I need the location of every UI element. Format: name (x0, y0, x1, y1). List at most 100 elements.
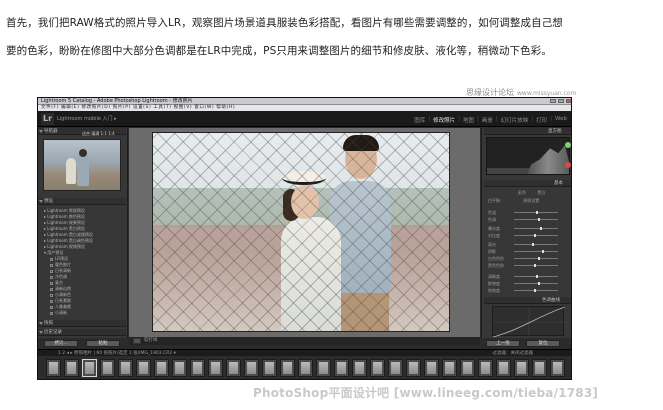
slider-tint[interactable]: 色调 (488, 217, 570, 222)
filmstrip-thumbnail[interactable] (550, 359, 565, 377)
tone-curve-header[interactable]: 色调曲线 (484, 297, 571, 304)
filmstrip-thumbnail[interactable] (334, 359, 349, 377)
filmstrip-thumbnail[interactable] (478, 359, 493, 377)
preset-folder[interactable]: ▸ Lightroom 视频预设 (44, 244, 85, 249)
slider-shadows[interactable]: 阴影 (488, 249, 570, 254)
filmstrip-thumbnail[interactable] (172, 359, 187, 377)
filmstrip-thumbnail[interactable] (82, 359, 97, 377)
filmstrip-thumbnail[interactable] (514, 359, 529, 377)
module-slideshow[interactable]: 幻灯片放映 (501, 116, 529, 124)
filmstrip-thumbnail[interactable] (532, 359, 547, 377)
catalog-name[interactable]: Lightroom mobile 入门 ▸ (57, 115, 117, 122)
preset-item[interactable]: LR预设 (50, 256, 68, 261)
preset-folder[interactable]: ▸ Lightroom 效果预设 (44, 220, 85, 225)
filmstrip-thumbnail[interactable] (460, 359, 475, 377)
preset-item[interactable]: 人像美颜 (50, 304, 71, 309)
preset-item[interactable]: 日系清新 (50, 268, 71, 273)
module-develop[interactable]: 修改照片 (433, 116, 455, 124)
preset-item[interactable]: 清新自然 (50, 286, 71, 291)
close-button[interactable] (566, 99, 571, 103)
preset-item[interactable]: 复古 (50, 280, 63, 285)
previous-button[interactable]: 上一张 (486, 340, 520, 347)
slider-contrast[interactable]: 对比度 (488, 233, 570, 238)
filmstrip-thumbnail[interactable] (208, 359, 223, 377)
module-web[interactable]: Web (555, 116, 567, 124)
history-header[interactable]: 历史记录 (38, 329, 126, 336)
preset-item[interactable]: 小清新 (50, 310, 67, 315)
chain-link-fence (153, 133, 449, 331)
filmstrip-thumbnail[interactable] (226, 359, 241, 377)
reset-button[interactable]: 复位 (526, 340, 560, 347)
slider-temp[interactable]: 色温 (488, 210, 570, 215)
filmstrip-thumbnail[interactable] (316, 359, 331, 377)
snapshots-header[interactable]: 快照 (38, 320, 126, 327)
filmstrip-thumbnail[interactable] (136, 359, 151, 377)
slider-exposure[interactable]: 曝光度 (488, 226, 570, 231)
module-picker: 图库 | 修改照片 | 地图 | 画册 | 幻灯片放映 | 打印 | Web (414, 116, 567, 124)
module-print[interactable]: 打印 (536, 116, 547, 124)
treatment-row[interactable]: 彩色 黑白 (488, 190, 570, 195)
filmstrip-thumbnail[interactable] (280, 359, 295, 377)
navigator-preview[interactable] (43, 139, 121, 191)
view-mode-icon[interactable] (133, 338, 141, 344)
basic-header[interactable]: 基本 (484, 180, 571, 187)
couple-photo[interactable] (152, 132, 450, 332)
filmstrip-thumbnail[interactable] (190, 359, 205, 377)
presets-label: 预设 (44, 199, 53, 204)
preset-item[interactable]: 冷色调 (50, 274, 67, 279)
tone-curve-label: 色调曲线 (542, 298, 560, 303)
histogram-header[interactable]: 直方图 (484, 128, 571, 135)
navigator-header[interactable]: 导航器 适合 填满 1:1 1:4 (38, 128, 126, 137)
minimize-button[interactable] (550, 99, 556, 103)
slider-highlights[interactable]: 高光 (488, 242, 570, 247)
article-paragraph-line-2: 要的色彩，盼盼在修图中大部分色调都是在LR中完成，PS只用来调整图片的细节和修皮… (6, 45, 552, 57)
filmstrip-thumbnail[interactable] (100, 359, 115, 377)
navigator-zoom-options[interactable]: 适合 填满 1:1 1:4 (82, 131, 115, 137)
preset-folder[interactable]: ▸ Lightroom 颜色预设 (44, 214, 85, 219)
collapse-triangle-icon (39, 130, 43, 133)
filmstrip-thumbnail[interactable] (118, 359, 133, 377)
filmstrip-thumbnail[interactable] (406, 359, 421, 377)
white-balance-row[interactable]: 白平衡： 原照设置 (488, 198, 570, 203)
snapshots-label: 快照 (44, 321, 53, 326)
preset-folder-open[interactable]: ▾ 用户预设 (44, 250, 63, 255)
filmstrip-thumbnail[interactable] (46, 359, 61, 377)
window-titlebar: Lightroom 5 Catalog - Adobe Photoshop Li… (38, 98, 571, 105)
paste-button[interactable]: 粘贴 (86, 340, 120, 347)
filmstrip-thumbnail[interactable] (298, 359, 313, 377)
preset-folder[interactable]: ▸ Lightroom 常规预设 (44, 208, 85, 213)
preset-folder[interactable]: ▸ Lightroom 黑白调色预设 (44, 238, 93, 243)
filmstrip-thumbnail[interactable] (442, 359, 457, 377)
module-library[interactable]: 图库 (414, 116, 425, 124)
copy-button[interactable]: 拷贝... (44, 340, 78, 347)
filmstrip-thumbnail[interactable] (424, 359, 439, 377)
history-label: 历史记录 (44, 330, 62, 335)
filmstrip-thumbnail[interactable] (262, 359, 277, 377)
filmstrip-thumbnail[interactable] (370, 359, 385, 377)
filmstrip-thumbnail[interactable] (244, 359, 259, 377)
forum-watermark: PhotoShop平面设计吧 [www.lineeg.com/tieba/178… (253, 386, 599, 400)
filmstrip-thumbnail[interactable] (352, 359, 367, 377)
preset-folder[interactable]: ▸ Lightroom 黑白预设 (44, 226, 85, 231)
filmstrip-thumbnail[interactable] (154, 359, 169, 377)
slider-whites[interactable]: 白色色阶 (488, 256, 570, 261)
preset-item[interactable]: 小清新色 (50, 292, 71, 297)
filmstrip-thumbnail[interactable] (64, 359, 79, 377)
window-title: Lightroom 5 Catalog - Adobe Photoshop Li… (41, 98, 193, 104)
slider-blacks[interactable]: 黑色色阶 (488, 263, 570, 268)
filmstrip-thumbnail[interactable] (388, 359, 403, 377)
preset-item[interactable]: 日系素颜 (50, 298, 71, 303)
maximize-button[interactable] (558, 99, 564, 103)
article-paragraph-line-1: 首先，我们把RAW格式的照片导入LR，观察图片场景道具服装色彩搭配，看图片有哪些… (6, 17, 563, 29)
tone-curve-graph[interactable] (492, 306, 566, 338)
presets-header[interactable]: 预设 (38, 198, 126, 205)
filmstrip-thumbnail[interactable] (496, 359, 511, 377)
preset-item[interactable]: 暖色胶片 (50, 262, 71, 267)
slider-saturation[interactable]: 饱和度 (488, 288, 570, 293)
module-book[interactable]: 画册 (482, 116, 493, 124)
preset-folder[interactable]: ▸ Lightroom 黑白滤镜预设 (44, 232, 93, 237)
soft-proofing-label[interactable]: 软打样 (144, 337, 158, 345)
module-map[interactable]: 地图 (463, 116, 474, 124)
slider-clarity[interactable]: 清晰度 (488, 274, 570, 279)
slider-vibrance[interactable]: 鲜艳度 (488, 281, 570, 286)
